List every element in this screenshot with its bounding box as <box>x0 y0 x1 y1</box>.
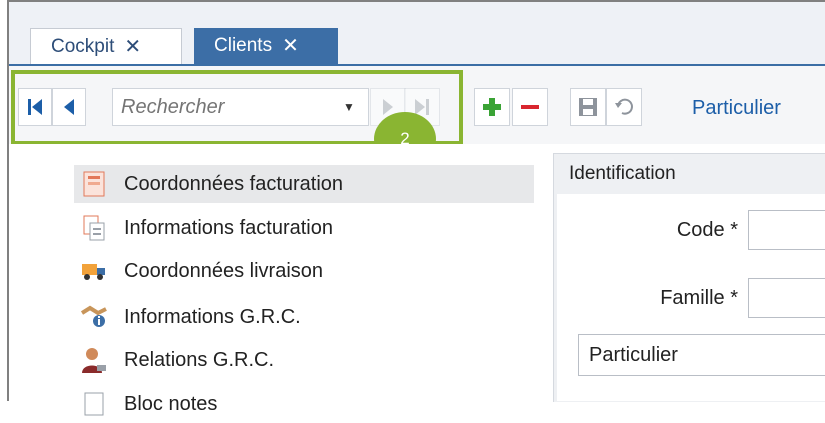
contact-person-icon <box>80 346 108 374</box>
undo-button[interactable] <box>606 88 642 126</box>
sidebar-item-label: Coordonnées facturation <box>124 172 344 195</box>
delete-record-button[interactable] <box>512 88 548 126</box>
sidebar-item-coordonnees-facturation[interactable]: Coordonnées facturation <box>74 165 534 203</box>
sidebar-item-coordonnees-livraison[interactable]: Coordonnées livraison <box>74 252 534 290</box>
window-border-left <box>7 0 9 401</box>
sidebar-item-label: Relations G.R.C. <box>124 348 275 371</box>
client-type-select[interactable]: Particulier <box>578 334 825 376</box>
plus-icon <box>483 98 501 116</box>
billing-doc-icon <box>80 170 108 198</box>
sidebar-item-relations-grc[interactable]: Relations G.R.C. <box>74 341 534 379</box>
save-button[interactable] <box>570 88 606 126</box>
record-type-link[interactable]: Particulier <box>692 97 781 120</box>
invoice-info-icon <box>80 214 108 242</box>
sidebar-item-label: Coordonnées livraison <box>124 259 324 282</box>
window-border-top <box>7 0 825 2</box>
sidebar-item-label: Bloc notes <box>124 392 218 415</box>
save-disk-icon <box>579 98 597 116</box>
tab-clients[interactable]: Clients ✕ <box>194 28 338 64</box>
close-icon[interactable]: ✕ <box>124 37 141 57</box>
tab-clients-label: Clients <box>214 35 273 56</box>
minus-icon <box>521 105 539 109</box>
sidebar-item-label: Informations G.R.C. <box>124 305 301 328</box>
delivery-truck-icon <box>80 257 108 285</box>
undo-icon <box>615 98 633 115</box>
code-label: Code * <box>676 219 738 241</box>
famille-field[interactable] <box>748 278 825 318</box>
famille-label: Famille * <box>660 287 738 309</box>
tab-cockpit[interactable]: Cockpit ✕ <box>30 28 182 64</box>
close-icon[interactable]: ✕ <box>282 36 299 56</box>
tab-cockpit-label: Cockpit <box>51 35 115 57</box>
identification-title: Identification <box>569 163 676 184</box>
sidebar-item-bloc-notes[interactable]: Bloc notes <box>74 385 534 423</box>
sidebar-item-informations-facturation[interactable]: Informations facturation <box>74 209 534 247</box>
code-field[interactable] <box>748 210 825 250</box>
add-record-button[interactable] <box>474 88 510 126</box>
sidebar-item-informations-grc[interactable]: Informations G.R.C. <box>74 298 534 336</box>
sidebar-item-label: Informations facturation <box>124 216 333 239</box>
notepad-icon <box>80 390 108 418</box>
handshake-info-icon <box>80 303 108 331</box>
client-window: Cockpit ✕ Clients ✕ ▼ <box>0 0 825 416</box>
